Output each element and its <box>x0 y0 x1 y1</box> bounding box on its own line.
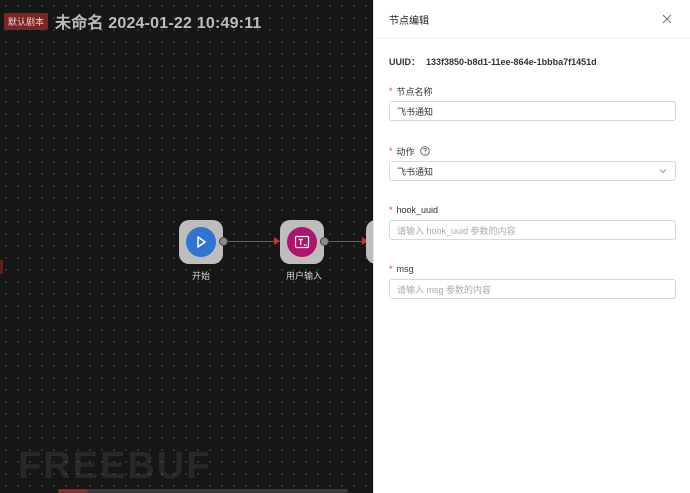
start-node-output-port[interactable] <box>219 237 228 246</box>
scrollbar-thumb[interactable] <box>58 489 88 493</box>
text-input-icon <box>287 227 317 257</box>
action-label: * 动作 <box>389 145 675 157</box>
node-name-value: 飞书通知 <box>397 106 434 117</box>
next-node-partial[interactable] <box>366 220 373 264</box>
msg-placeholder: 请输入 msg 参数的内容 <box>397 284 492 295</box>
start-node-label: 开始 <box>192 271 211 281</box>
user-input-node-label: 用户输入 <box>286 271 323 281</box>
panel-title: 节点编辑 <box>389 15 429 27</box>
start-node[interactable] <box>179 220 223 264</box>
uuid-row: UUID： 133f3850-b8d1-11ee-864e-1bbba7f1451… <box>389 55 675 68</box>
user-input-node[interactable] <box>280 220 324 264</box>
play-icon <box>186 227 216 257</box>
chevron-down-icon <box>658 166 668 176</box>
action-select-value: 飞书通知 <box>397 166 434 177</box>
msg-label-text: msg <box>396 264 414 274</box>
action-field: * 动作 飞书通知 <box>389 145 676 181</box>
uuid-value: 133f3850-b8d1-11ee-864e-1bbba7f1451d <box>426 57 597 67</box>
playbook-badge: 默认剧本 <box>4 12 49 30</box>
node-name-label-text: 节点名称 <box>396 86 433 97</box>
required-mark: * <box>389 205 393 215</box>
panel-header: 节点编辑 <box>374 0 690 39</box>
flow-title[interactable]: 未命名 2024-01-22 10:49:11 <box>55 9 262 33</box>
panel-body: UUID： 133f3850-b8d1-11ee-864e-1bbba7f1451… <box>374 39 690 299</box>
msg-label: * msg <box>389 263 675 275</box>
user-input-node-output-port[interactable] <box>320 237 329 246</box>
hook-uuid-label: * hook_uuid <box>389 204 675 216</box>
hook-uuid-input[interactable]: 请输入 hook_uuid 参数的内容 <box>389 220 676 240</box>
action-select[interactable]: 飞书通知 <box>389 161 676 181</box>
required-mark: * <box>389 264 393 274</box>
node-name-label: * 节点名称 <box>389 85 675 97</box>
node-name-field: * 节点名称 飞书通知 <box>389 85 676 121</box>
edge-start-to-input[interactable] <box>228 241 274 242</box>
required-mark: * <box>389 86 393 96</box>
msg-field: * msg 请输入 msg 参数的内容 <box>389 263 676 299</box>
close-icon[interactable] <box>660 12 674 26</box>
canvas-header: 默认剧本 未命名 2024-01-22 10:49:11 <box>4 9 262 33</box>
flow-canvas[interactable]: 默认剧本 未命名 2024-01-22 10:49:11 开始 用户输入 FRE… <box>0 0 373 493</box>
watermark-logo: FREEBUF <box>18 445 212 487</box>
required-mark: * <box>389 146 393 156</box>
horizontal-scrollbar[interactable] <box>58 489 348 493</box>
hook-uuid-field: * hook_uuid 请输入 hook_uuid 参数的内容 <box>389 204 676 240</box>
uuid-label: UUID： <box>389 57 420 67</box>
node-name-input[interactable]: 飞书通知 <box>389 101 676 121</box>
question-circle-icon[interactable] <box>419 146 430 156</box>
offscreen-node-edge <box>0 260 3 274</box>
action-label-text: 动作 <box>396 146 415 157</box>
hook-uuid-placeholder: 请输入 hook_uuid 参数的内容 <box>397 225 516 236</box>
msg-input[interactable]: 请输入 msg 参数的内容 <box>389 279 676 299</box>
node-edit-panel: 节点编辑 UUID： 133f3850-b8d1-11ee-864e-1bbba7… <box>373 0 690 493</box>
edge-input-to-next[interactable] <box>329 241 363 242</box>
hook-uuid-label-text: hook_uuid <box>396 205 439 215</box>
